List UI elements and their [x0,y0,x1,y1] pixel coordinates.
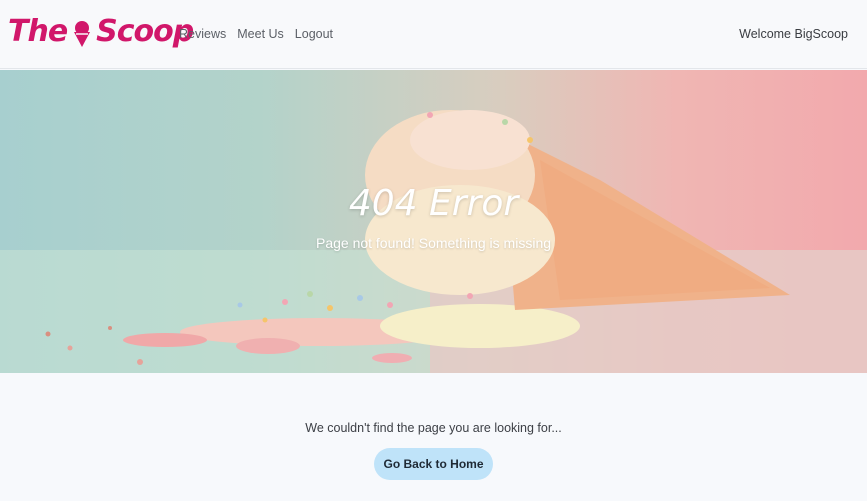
nav-link-reviews[interactable]: Reviews [179,27,226,41]
not-found-message: We couldn't find the page you are lookin… [305,421,562,435]
brand-text-left: The [8,14,68,49]
brand-logo[interactable]: The Scoop [8,14,194,49]
navbar: The Scoop Reviews Meet Us Logout Welcome… [0,0,867,69]
welcome-text: Welcome BigScoop [739,27,848,41]
nav-links: Reviews Meet Us Logout [179,27,333,41]
ice-cream-icon [71,20,93,48]
nav-link-meet-us[interactable]: Meet Us [237,27,284,41]
go-back-home-button[interactable]: Go Back to Home [374,448,493,480]
nav-link-logout[interactable]: Logout [295,27,333,41]
hero-title: 404 Error [348,183,519,224]
hero-banner: 404 Error Page not found! Something is m… [0,70,867,373]
hero-subtitle: Page not found! Something is missing [315,235,552,251]
